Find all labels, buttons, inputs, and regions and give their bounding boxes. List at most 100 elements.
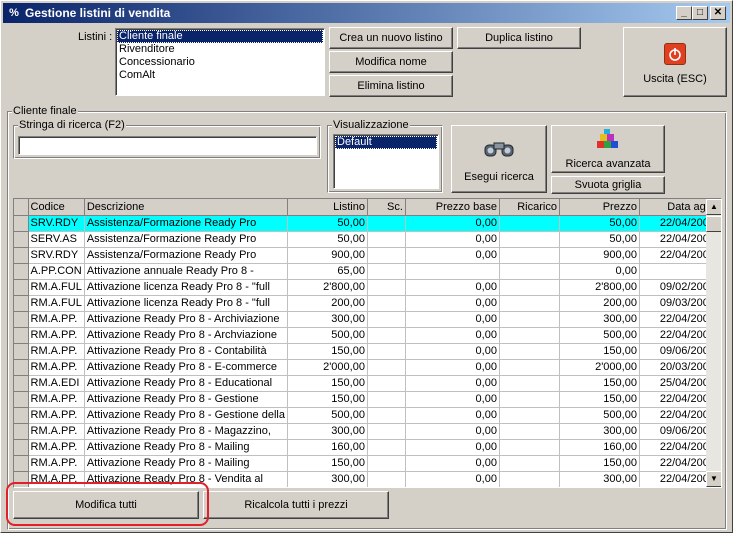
table-cell[interactable]: 0,00 — [405, 343, 500, 360]
row-indicator[interactable] — [14, 279, 29, 296]
table-row[interactable]: SERV.AS Assistenza/Formazione Ready Pro 50… — [14, 231, 718, 248]
listino-item[interactable]: Rivenditore — [117, 43, 323, 56]
table-cell[interactable]: 150,00 — [287, 391, 368, 408]
table-cell[interactable]: 0,00 — [405, 231, 500, 248]
table-cell[interactable] — [499, 231, 560, 248]
row-indicator[interactable] — [14, 343, 29, 360]
view-list[interactable]: Default — [333, 134, 439, 189]
row-indicator[interactable] — [14, 295, 29, 312]
table-cell[interactable] — [499, 215, 560, 232]
table-cell[interactable]: A.PP.CON — [28, 263, 85, 280]
column-header[interactable]: Sc. — [367, 199, 406, 216]
table-cell[interactable]: 500,00 — [559, 327, 640, 344]
table-cell[interactable] — [499, 471, 560, 487]
ricerca-avanzata-button[interactable]: Ricerca avanzata — [551, 125, 665, 173]
table-cell[interactable] — [499, 423, 560, 440]
table-cell[interactable]: 0,00 — [405, 391, 500, 408]
table-cell[interactable] — [367, 471, 406, 487]
column-header[interactable]: Prezzo base — [405, 199, 500, 216]
table-cell[interactable] — [499, 247, 560, 264]
table-cell[interactable]: Attivazione Ready Pro 8 - Mailing — [84, 455, 288, 472]
table-cell[interactable]: 0,00 — [405, 423, 500, 440]
table-cell[interactable]: 150,00 — [559, 455, 640, 472]
table-cell[interactable]: Attivazione Ready Pro 8 - Contabilità — [84, 343, 288, 360]
minimize-button[interactable]: _ — [676, 6, 692, 20]
table-cell[interactable] — [367, 359, 406, 376]
uscita-button[interactable]: Uscita (ESC) — [623, 27, 727, 97]
column-header[interactable]: Listino — [287, 199, 368, 216]
table-cell[interactable]: 150,00 — [287, 375, 368, 392]
table-cell[interactable]: RM.A.PP. — [28, 439, 85, 456]
table-cell[interactable] — [499, 327, 560, 344]
table-cell[interactable]: RM.A.EDI — [28, 375, 85, 392]
row-indicator[interactable] — [14, 471, 29, 487]
table-cell[interactable]: 50,00 — [559, 215, 640, 232]
column-header[interactable]: Prezzo — [559, 199, 640, 216]
listino-item[interactable]: Cliente finale — [117, 30, 323, 43]
table-cell[interactable]: 150,00 — [559, 343, 640, 360]
esegui-ricerca-button[interactable]: Esegui ricerca — [451, 125, 547, 193]
elimina-listino-button[interactable]: Elimina listino — [329, 75, 453, 97]
table-row[interactable]: SRV.RDY Assistenza/Formazione Ready Pro 50… — [14, 215, 718, 232]
table-cell[interactable] — [367, 407, 406, 424]
table-cell[interactable]: RM.A.PP. — [28, 359, 85, 376]
table-cell[interactable]: 2'000,00 — [559, 359, 640, 376]
listino-item[interactable]: ComAlt — [117, 69, 323, 82]
row-indicator[interactable] — [14, 247, 29, 264]
table-cell[interactable]: 0,00 — [405, 375, 500, 392]
table-cell[interactable]: Attivazione Ready Pro 8 - Gestione della — [84, 407, 288, 424]
table-cell[interactable]: RM.A.PP. — [28, 327, 85, 344]
table-cell[interactable]: 2'800,00 — [287, 279, 368, 296]
table-cell[interactable]: 300,00 — [559, 471, 640, 487]
table-cell[interactable]: RM.A.FUL — [28, 295, 85, 312]
table-cell[interactable]: 200,00 — [559, 295, 640, 312]
table-cell[interactable]: Assistenza/Formazione Ready Pro — [84, 247, 288, 264]
table-cell[interactable] — [367, 327, 406, 344]
table-cell[interactable] — [367, 215, 406, 232]
maximize-button[interactable]: □ — [692, 6, 708, 20]
row-indicator[interactable] — [14, 439, 29, 456]
table-cell[interactable]: 300,00 — [559, 423, 640, 440]
table-cell[interactable]: 65,00 — [287, 263, 368, 280]
table-cell[interactable] — [367, 263, 406, 280]
table-cell[interactable]: RM.A.PP. — [28, 391, 85, 408]
table-cell[interactable] — [499, 311, 560, 328]
table-cell[interactable]: 0,00 — [559, 263, 640, 280]
table-cell[interactable]: Attivazione Ready Pro 8 - Educational — [84, 375, 288, 392]
table-row[interactable]: RM.A.FUL Attivazione licenza Ready Pro 8 … — [14, 279, 718, 296]
row-indicator[interactable] — [14, 455, 29, 472]
table-cell[interactable]: 150,00 — [287, 455, 368, 472]
scroll-up-icon[interactable]: ▲ — [706, 199, 721, 215]
listini-list[interactable]: Cliente finale Rivenditore Concessionario C… — [115, 28, 325, 96]
table-cell[interactable]: 300,00 — [287, 471, 368, 487]
table-row[interactable]: RM.A.PP. Attivazione Ready Pro 8 - Gestio… — [14, 407, 718, 424]
table-cell[interactable]: 300,00 — [287, 311, 368, 328]
table-row[interactable]: RM.A.PP. Attivazione Ready Pro 8 - Contab… — [14, 343, 718, 360]
table-cell[interactable]: SRV.RDY — [28, 247, 85, 264]
table-cell[interactable] — [367, 423, 406, 440]
table-cell[interactable]: Attivazione licenza Ready Pro 8 - "full — [84, 295, 288, 312]
table-cell[interactable]: Attivazione Ready Pro 8 - Magazzino, — [84, 423, 288, 440]
table-cell[interactable]: RM.A.PP. — [28, 407, 85, 424]
table-cell[interactable] — [367, 439, 406, 456]
table-cell[interactable] — [367, 247, 406, 264]
table-cell[interactable]: 300,00 — [559, 311, 640, 328]
table-cell[interactable]: 900,00 — [287, 247, 368, 264]
table-cell[interactable]: 0,00 — [405, 279, 500, 296]
table-cell[interactable]: Attivazione Ready Pro 8 - Mailing — [84, 439, 288, 456]
table-cell[interactable]: RM.A.PP. — [28, 471, 85, 487]
table-cell[interactable]: 500,00 — [559, 407, 640, 424]
price-grid[interactable]: Codice Descrizione Listino Sc. Prezzo base Ri… — [13, 198, 722, 488]
table-cell[interactable]: 160,00 — [287, 439, 368, 456]
row-indicator[interactable] — [14, 311, 29, 328]
modifica-nome-button[interactable]: Modifica nome — [329, 51, 453, 73]
table-cell[interactable]: 2'800,00 — [559, 279, 640, 296]
table-cell[interactable] — [499, 407, 560, 424]
table-cell[interactable]: 0,00 — [405, 359, 500, 376]
table-cell[interactable]: 0,00 — [405, 439, 500, 456]
table-cell[interactable]: 0,00 — [405, 247, 500, 264]
crea-listino-button[interactable]: Crea un nuovo listino — [329, 27, 453, 49]
table-cell[interactable]: Assistenza/Formazione Ready Pro — [84, 231, 288, 248]
table-cell[interactable] — [499, 295, 560, 312]
table-cell[interactable]: 0,00 — [405, 471, 500, 487]
